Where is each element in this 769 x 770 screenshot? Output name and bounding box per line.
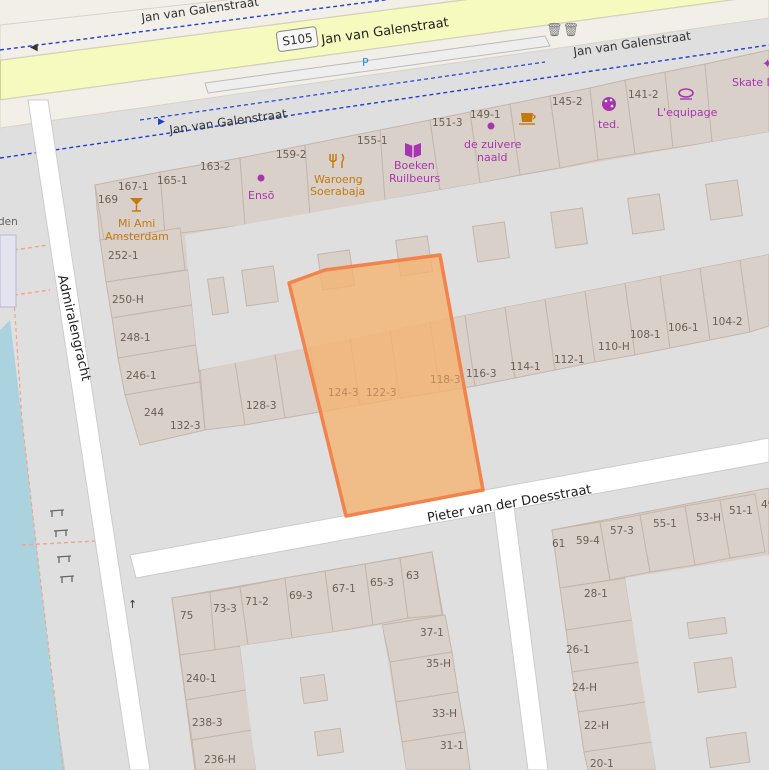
svg-text:167-1: 167-1 <box>118 181 149 193</box>
svg-text:Ruilbeurs: Ruilbeurs <box>389 172 440 185</box>
svg-text:141-2: 141-2 <box>628 89 659 101</box>
svg-text:35-H: 35-H <box>426 658 451 670</box>
svg-text:◀: ◀ <box>30 42 38 53</box>
svg-text:22-H: 22-H <box>584 720 609 732</box>
map-view[interactable]: den P ◀ ▶ Jan van Galenstraat S105 Jan v… <box>0 0 769 770</box>
svg-text:248-1: 248-1 <box>120 332 151 344</box>
svg-text:28-1: 28-1 <box>584 588 608 600</box>
svg-text:63: 63 <box>406 570 419 582</box>
svg-text:116-3: 116-3 <box>466 368 497 380</box>
svg-text:Skate D: Skate D <box>732 76 769 89</box>
svg-text:✦: ✦ <box>762 57 769 72</box>
svg-text:33-H: 33-H <box>432 708 457 720</box>
svg-text:Boeken: Boeken <box>394 159 435 172</box>
svg-text:65-3: 65-3 <box>370 577 394 589</box>
svg-text:151-3: 151-3 <box>432 117 463 129</box>
svg-text:26-1: 26-1 <box>566 644 590 656</box>
svg-text:de zuivere: de zuivere <box>464 138 522 151</box>
svg-text:165-1: 165-1 <box>157 175 188 187</box>
svg-text:31-1: 31-1 <box>440 740 464 752</box>
svg-text:55-1: 55-1 <box>653 518 677 530</box>
svg-text:132-3: 132-3 <box>170 420 201 432</box>
svg-text:106-1: 106-1 <box>668 322 699 334</box>
svg-text:240-1: 240-1 <box>186 673 217 685</box>
svg-text:110-H: 110-H <box>598 341 630 353</box>
svg-text:naald: naald <box>477 151 508 164</box>
svg-text:61: 61 <box>552 538 565 550</box>
svg-text:128-3: 128-3 <box>246 400 277 412</box>
svg-text:▶: ▶ <box>158 117 165 127</box>
svg-text:238-3: 238-3 <box>192 717 223 729</box>
svg-text:73-3: 73-3 <box>213 603 237 615</box>
svg-text:145-2: 145-2 <box>552 96 583 108</box>
svg-text:252-1: 252-1 <box>108 250 139 262</box>
garden-building <box>0 234 17 308</box>
svg-text:59-4: 59-4 <box>576 535 600 547</box>
svg-text:L'equipage: L'equipage <box>657 106 718 119</box>
garden-label: den <box>0 216 18 228</box>
svg-text:🗑🗑: 🗑🗑 <box>546 22 579 38</box>
svg-text:Amsterdam: Amsterdam <box>105 230 169 243</box>
svg-text:57-3: 57-3 <box>610 525 634 537</box>
svg-text:Mi Ami: Mi Ami <box>118 217 155 230</box>
svg-text:Soerabaja: Soerabaja <box>310 185 365 198</box>
svg-text:236-H: 236-H <box>204 754 236 766</box>
svg-text:244: 244 <box>144 407 164 419</box>
waste-basket-icon: 🗑🗑 <box>546 22 579 38</box>
svg-text:↑: ↑ <box>128 598 137 611</box>
svg-text:75: 75 <box>180 610 193 622</box>
svg-text:37-1: 37-1 <box>420 627 444 639</box>
svg-text:124-3: 124-3 <box>328 387 359 399</box>
svg-text:122-3: 122-3 <box>366 387 397 399</box>
svg-text:114-1: 114-1 <box>510 361 541 373</box>
svg-text:108-1: 108-1 <box>630 329 661 341</box>
svg-text:112-1: 112-1 <box>554 354 585 366</box>
svg-text:20-1: 20-1 <box>590 758 614 770</box>
svg-text:24-H: 24-H <box>572 682 597 694</box>
svg-text:149-1: 149-1 <box>470 109 501 121</box>
svg-text:118-3: 118-3 <box>430 374 461 386</box>
svg-text:69-3: 69-3 <box>289 590 313 602</box>
svg-text:67-1: 67-1 <box>332 583 356 595</box>
svg-text:51-1: 51-1 <box>729 505 753 517</box>
svg-text:49: 49 <box>761 499 769 511</box>
svg-text:ted.: ted. <box>598 118 620 131</box>
svg-text:163-2: 163-2 <box>200 161 231 173</box>
palette-icon <box>602 97 616 111</box>
svg-text:Ensō: Ensō <box>248 189 275 202</box>
svg-text:246-1: 246-1 <box>126 370 157 382</box>
svg-text:155-1: 155-1 <box>357 135 388 147</box>
parking-label: P <box>362 56 369 69</box>
svg-text:159-2: 159-2 <box>276 149 307 161</box>
svg-text:104-2: 104-2 <box>712 316 743 328</box>
svg-text:169: 169 <box>98 194 118 206</box>
svg-text:71-2: 71-2 <box>245 596 269 608</box>
map-canvas[interactable]: den P ◀ ▶ Jan van Galenstraat S105 Jan v… <box>0 0 769 770</box>
svg-text:53-H: 53-H <box>696 512 721 524</box>
svg-text:250-H: 250-H <box>112 294 144 306</box>
